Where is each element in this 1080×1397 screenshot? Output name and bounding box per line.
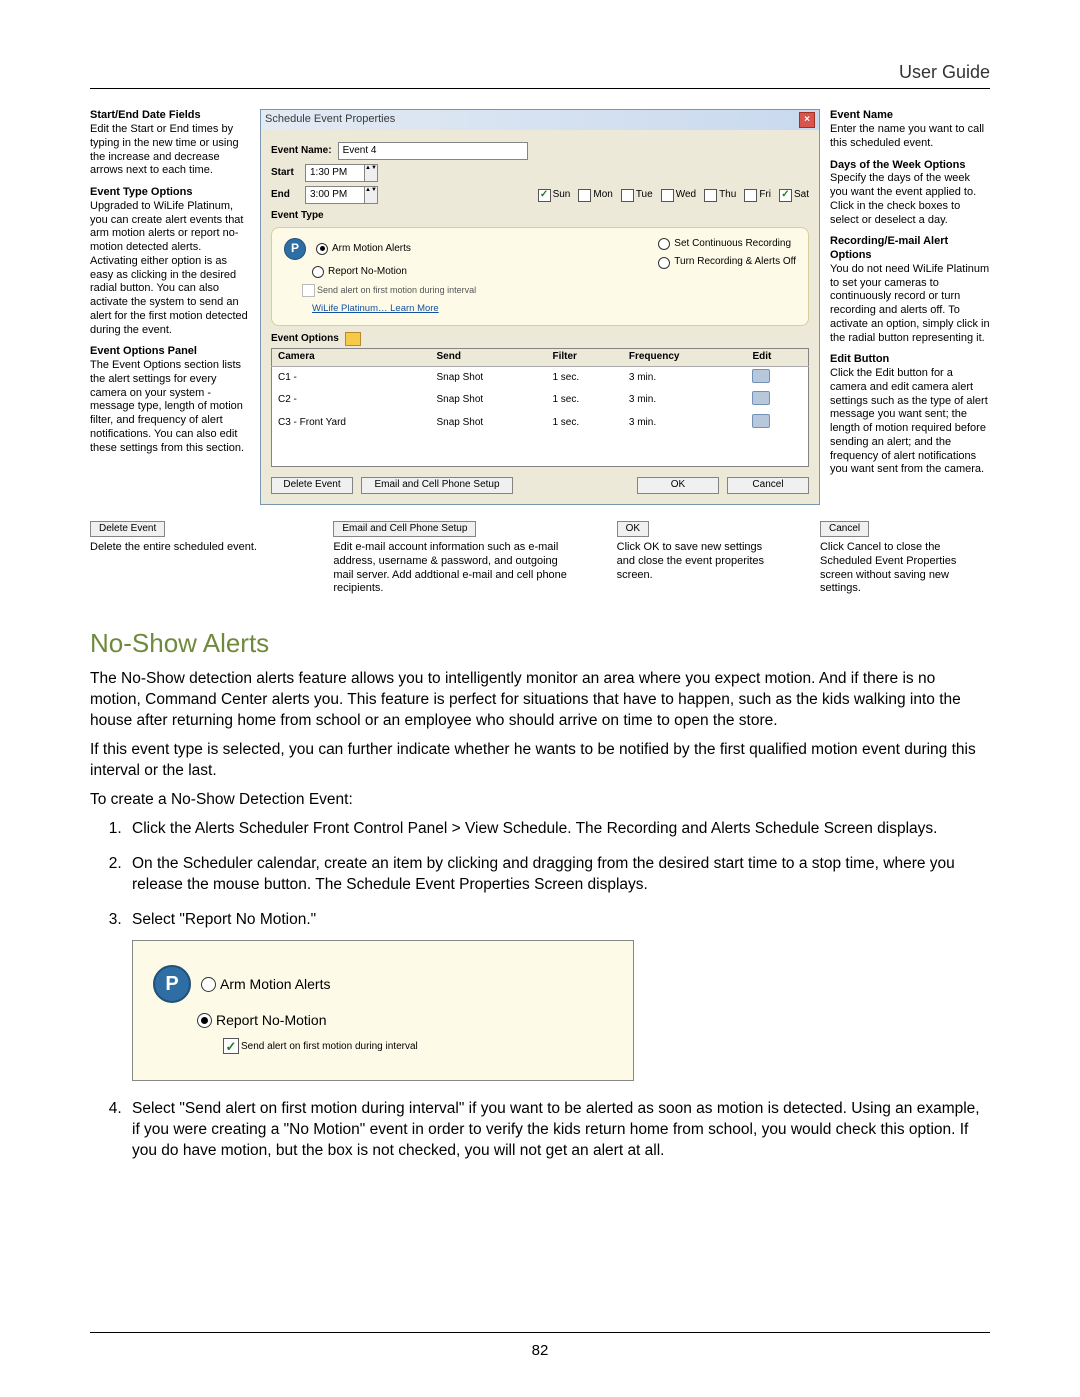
table-row: C3 - Front YardSnap Shot1 sec.3 min.	[272, 412, 809, 435]
turn-off-radio[interactable]: Turn Recording & Alerts Off	[658, 256, 796, 269]
callout-btn: Delete Event	[90, 521, 165, 538]
step-item: Click the Alerts Scheduler Front Control…	[126, 819, 990, 840]
event-name-label: Event Name:	[271, 145, 332, 158]
right-annotations: Event NameEnter the name you want to cal…	[830, 109, 990, 504]
annot-text: Edit the Start or End times by typing in…	[90, 123, 239, 176]
cancel-button[interactable]: Cancel	[727, 477, 809, 494]
body-paragraph: If this event type is selected, you can …	[90, 740, 990, 782]
annot-text: Specify the days of the week you want th…	[830, 172, 976, 225]
event-name-input[interactable]: Event 4	[338, 142, 528, 160]
day-sat-checkbox[interactable]: ✓	[779, 189, 792, 202]
start-label: Start	[271, 167, 299, 180]
schedule-event-dialog: Schedule Event Properties × Event Name: …	[260, 109, 820, 504]
callout-btn: Cancel	[820, 521, 869, 538]
end-label: End	[271, 189, 299, 202]
report-no-motion-radio[interactable]: Report No-Motion	[197, 1011, 327, 1030]
day-sun-checkbox[interactable]: ✓	[538, 189, 551, 202]
edit-icon[interactable]	[752, 391, 770, 405]
step-item: On the Scheduler calendar, create an ite…	[126, 854, 990, 896]
annot-title: Event Options Panel	[90, 345, 250, 359]
inset-panel: P Arm Motion Alerts Report No-Motion ✓Se…	[132, 940, 634, 1081]
annot-title: Recording/E-mail Alert Options	[830, 235, 990, 263]
table-row: C2 -Snap Shot1 sec.3 min.	[272, 389, 809, 412]
email-setup-button[interactable]: Email and Cell Phone Setup	[361, 477, 513, 494]
annot-title: Event Type Options	[90, 186, 250, 200]
callout-text: Click OK to save new settings and close …	[617, 541, 764, 581]
set-continuous-radio[interactable]: Set Continuous Recording	[658, 238, 796, 251]
report-no-motion-radio[interactable]: Report No-Motion	[312, 266, 476, 279]
day-fri-checkbox[interactable]	[744, 189, 757, 202]
annot-title: Edit Button	[830, 353, 990, 367]
left-annotations: Start/End Date FieldsEdit the Start or E…	[90, 109, 250, 504]
learn-more-link[interactable]: WiLife Platinum… Learn More	[312, 303, 476, 315]
event-options-label: Event Options	[271, 332, 809, 346]
page-header: User Guide	[90, 60, 990, 89]
spinner-icon[interactable]: ▲▼	[365, 164, 378, 182]
step-item: Select "Report No Motion." P Arm Motion …	[126, 910, 990, 1082]
event-options-table: Camera Send Filter Frequency Edit C1 -Sn…	[271, 348, 809, 467]
callout-text: Click Cancel to close the Scheduled Even…	[820, 541, 956, 594]
step-item: Select "Send alert on first motion durin…	[126, 1099, 990, 1162]
section-heading: No-Show Alerts	[90, 626, 990, 661]
callout-text: Delete the entire scheduled event.	[90, 541, 257, 553]
send-first-checkbox[interactable]: ✓Send alert on first motion during inter…	[223, 1038, 418, 1054]
ok-button[interactable]: OK	[637, 477, 719, 494]
table-row: C1 -Snap Shot1 sec.3 min.	[272, 366, 809, 389]
spinner-icon[interactable]: ▲▼	[365, 186, 378, 204]
callout-text: Edit e-mail account information such as …	[333, 541, 567, 594]
dialog-title: Schedule Event Properties	[265, 113, 395, 127]
day-mon-checkbox[interactable]	[578, 189, 591, 202]
close-icon[interactable]: ×	[799, 112, 815, 128]
arm-motion-radio[interactable]: Arm Motion Alerts	[316, 243, 411, 256]
event-type-panel: P Arm Motion Alerts Report No-Motion Sen…	[271, 227, 809, 326]
edit-icon[interactable]	[752, 414, 770, 428]
body-paragraph: To create a No-Show Detection Event:	[90, 790, 990, 811]
annot-text: Click the Edit button for a camera and e…	[830, 367, 988, 475]
annot-title: Days of the Week Options	[830, 159, 990, 173]
day-tue-checkbox[interactable]	[621, 189, 634, 202]
page-footer: 82	[0, 1332, 1080, 1361]
end-time-input[interactable]: 3:00 PM	[305, 186, 365, 204]
callout-btn: Email and Cell Phone Setup	[333, 521, 476, 538]
platinum-icon: P	[284, 238, 306, 260]
platinum-icon: P	[153, 965, 191, 1003]
delete-event-button[interactable]: Delete Event	[271, 477, 353, 494]
day-thu-checkbox[interactable]	[704, 189, 717, 202]
arm-motion-radio[interactable]: Arm Motion Alerts	[201, 975, 330, 994]
callout-btn: OK	[617, 521, 649, 538]
event-type-label: Event Type	[271, 210, 809, 223]
dialog-titlebar: Schedule Event Properties ×	[261, 110, 819, 130]
steps-list: Click the Alerts Scheduler Front Control…	[126, 819, 990, 1162]
annot-title: Start/End Date Fields	[90, 109, 250, 123]
annot-text: Enter the name you want to call this sch…	[830, 123, 984, 149]
button-callouts: Delete Event Delete the entire scheduled…	[90, 521, 990, 597]
annot-text: You do not need WiLife Platinum to set y…	[830, 263, 990, 344]
page-number: 82	[532, 1342, 549, 1359]
annotated-diagram: Start/End Date FieldsEdit the Start or E…	[90, 109, 990, 504]
start-time-input[interactable]: 1:30 PM	[305, 164, 365, 182]
body-paragraph: The No-Show detection alerts feature all…	[90, 669, 990, 732]
annot-text: Upgraded to WiLife Platinum, you can cre…	[90, 200, 248, 336]
edit-icon[interactable]	[752, 369, 770, 383]
warning-icon	[345, 332, 361, 346]
day-checkboxes: ✓Sun Mon Tue Wed Thu Fri ✓Sat	[538, 189, 809, 202]
send-first-checkbox[interactable]: Send alert on first motion during interv…	[302, 284, 476, 297]
day-wed-checkbox[interactable]	[661, 189, 674, 202]
annot-text: The Event Options section lists the aler…	[90, 359, 244, 454]
annot-title: Event Name	[830, 109, 990, 123]
